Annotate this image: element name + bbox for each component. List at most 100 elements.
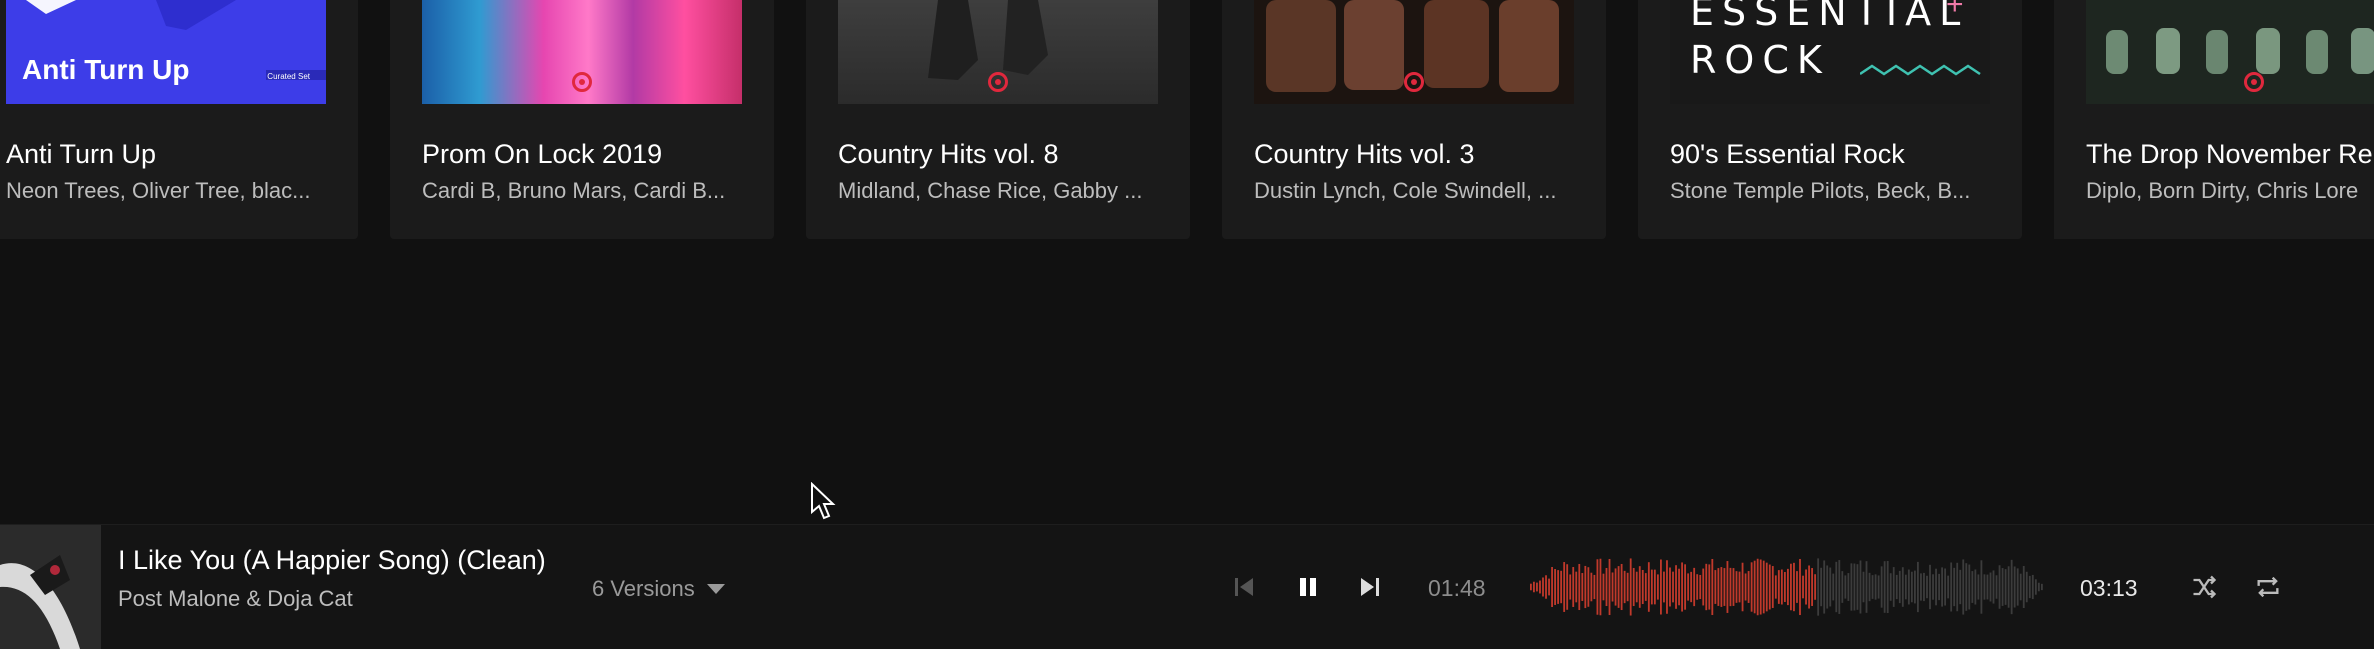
waveform-bar xyxy=(1653,569,1656,605)
waveform-bar xyxy=(1536,582,1538,592)
waveform-bar xyxy=(1941,567,1944,607)
zigzag-icon xyxy=(1860,64,1981,76)
waveform-bar xyxy=(1762,560,1765,614)
waveform-bar xyxy=(1690,571,1693,603)
waveform-bar xyxy=(2040,583,2043,591)
waveform-bar xyxy=(1765,562,1768,612)
waveform-bar xyxy=(2028,575,2031,599)
waveform-bar xyxy=(1799,558,1801,616)
waveform-bar xyxy=(1874,574,1877,600)
mouse-cursor-icon xyxy=(811,482,836,520)
art-title: Anti Turn Up xyxy=(22,54,190,85)
record-badge-icon xyxy=(1404,72,1424,92)
waveform-bar xyxy=(1650,569,1653,605)
waveform-bar xyxy=(1735,571,1738,603)
waveform-bar xyxy=(1904,574,1907,600)
waveform-bar xyxy=(2022,565,2025,609)
waveform-bar xyxy=(1599,558,1602,616)
waveform-bar xyxy=(1720,567,1723,607)
playlist-card[interactable]: Country Hits vol. 8 Midland, Chase Rice,… xyxy=(806,0,1190,239)
playlist-card[interactable]: Prom On Lock 2019 Cardi B, Bruno Mars, C… xyxy=(390,0,774,239)
waveform-bar xyxy=(1678,568,1680,606)
waveform-bar xyxy=(1539,580,1541,594)
playlist-title[interactable]: 90's Essential Rock xyxy=(1670,139,1905,170)
playlist-artists: Neon Trees, Oliver Tree, blac... xyxy=(6,178,311,203)
waveform-bar xyxy=(1992,570,1995,604)
waveform-bar xyxy=(1883,561,1886,613)
waveform-bar xyxy=(1862,571,1865,603)
waveform-bar xyxy=(1847,573,1850,601)
playlist-title[interactable]: Country Hits vol. 3 xyxy=(1254,139,1475,170)
waveform-bar xyxy=(1838,560,1841,614)
track-cover[interactable] xyxy=(0,525,101,649)
shuffle-icon xyxy=(2193,575,2217,599)
repeat-icon xyxy=(2257,576,2279,598)
next-button[interactable] xyxy=(1354,571,1386,603)
playlist-art[interactable] xyxy=(422,0,742,104)
playlist-art[interactable] xyxy=(838,0,1158,104)
waveform-bar xyxy=(1569,574,1572,600)
waveform-bar xyxy=(1871,575,1874,599)
caret-down-icon xyxy=(706,584,725,594)
waveform-bar xyxy=(1563,562,1566,612)
playlist-art[interactable]: ESSENTIAL ROCK + xyxy=(1670,0,1990,104)
previous-button[interactable] xyxy=(1228,571,1260,603)
shuffle-button[interactable] xyxy=(2188,571,2220,603)
waveform-bar xyxy=(1944,568,1947,606)
waveform-bar xyxy=(1865,561,1868,613)
waveform-bar xyxy=(1783,572,1786,602)
playlist-card[interactable]: Anti Turn Up Curated Set Anti Turn Up Ne… xyxy=(0,0,358,239)
waveform-bar xyxy=(1910,571,1913,603)
pause-button[interactable] xyxy=(1292,571,1324,603)
waveform-bar xyxy=(1641,569,1644,605)
waveform-bar xyxy=(1771,566,1774,608)
playlist-title[interactable]: Country Hits vol. 8 xyxy=(838,139,1059,170)
waveform-bar xyxy=(1907,569,1910,605)
playlist-title[interactable]: Anti Turn Up xyxy=(6,139,156,170)
waveform-bar xyxy=(1656,574,1659,600)
waveform-bar xyxy=(1714,570,1717,604)
playlist-title[interactable]: The Drop November Re xyxy=(2086,139,2373,170)
waveform-bar xyxy=(1681,562,1683,612)
waveform-bar xyxy=(1835,561,1838,613)
waveform-bar xyxy=(1780,569,1783,605)
waveform-scrubber[interactable] xyxy=(1530,555,2044,619)
playlist-card[interactable]: Country Hits vol. 3 Dustin Lynch, Cole S… xyxy=(1222,0,1606,239)
total-duration: 03:13 xyxy=(2080,575,2138,601)
playlist-art[interactable] xyxy=(2086,0,2374,104)
waveform-bar xyxy=(1711,558,1714,616)
track-artist[interactable]: Post Malone & Doja Cat xyxy=(118,586,353,612)
track-title[interactable]: I Like You (A Happier Song) (Clean) xyxy=(118,545,546,576)
waveform-bar xyxy=(1726,561,1729,613)
versions-dropdown[interactable]: 6 Versions xyxy=(592,576,725,602)
playlist-art[interactable]: Anti Turn Up Curated Set xyxy=(6,0,326,104)
player-bar: I Like You (A Happier Song) (Clean) Post… xyxy=(0,524,2374,649)
waveform-bar xyxy=(1584,565,1587,609)
repeat-button[interactable] xyxy=(2252,571,2284,603)
playlist-row: Anti Turn Up Curated Set Anti Turn Up Ne… xyxy=(0,0,2374,240)
playlist-art[interactable] xyxy=(1254,0,1574,104)
waveform-bar xyxy=(1829,567,1832,607)
waveform-bar xyxy=(1953,567,1956,607)
waveform-bar xyxy=(2016,568,2019,606)
waveform-bar xyxy=(2019,573,2022,601)
waveform-bar xyxy=(2031,574,2034,600)
waveform-bar xyxy=(1660,559,1662,615)
waveform-bar xyxy=(1663,571,1665,603)
waveform-bar xyxy=(1693,567,1696,607)
waveform-bar xyxy=(1590,572,1593,602)
waveform-bar xyxy=(1644,573,1647,601)
plus-icon: + xyxy=(1946,0,1964,21)
waveform-bar xyxy=(1841,571,1844,603)
waveform-bar xyxy=(1545,575,1547,599)
waveform-bar xyxy=(2001,568,2004,606)
versions-label: 6 Versions xyxy=(592,576,695,601)
waveform-bar xyxy=(1929,564,1931,610)
waveform-bar xyxy=(1611,572,1614,602)
playlist-card[interactable]: ESSENTIAL ROCK + 90's Essential Rock Sto… xyxy=(1638,0,2022,239)
playlist-title[interactable]: Prom On Lock 2019 xyxy=(422,139,662,170)
waveform-bar xyxy=(1926,575,1928,599)
waveform-bar xyxy=(1886,560,1889,614)
playlist-card[interactable]: The Drop November Re Diplo, Born Dirty, … xyxy=(2054,0,2374,239)
waveform-bar xyxy=(1747,571,1750,603)
